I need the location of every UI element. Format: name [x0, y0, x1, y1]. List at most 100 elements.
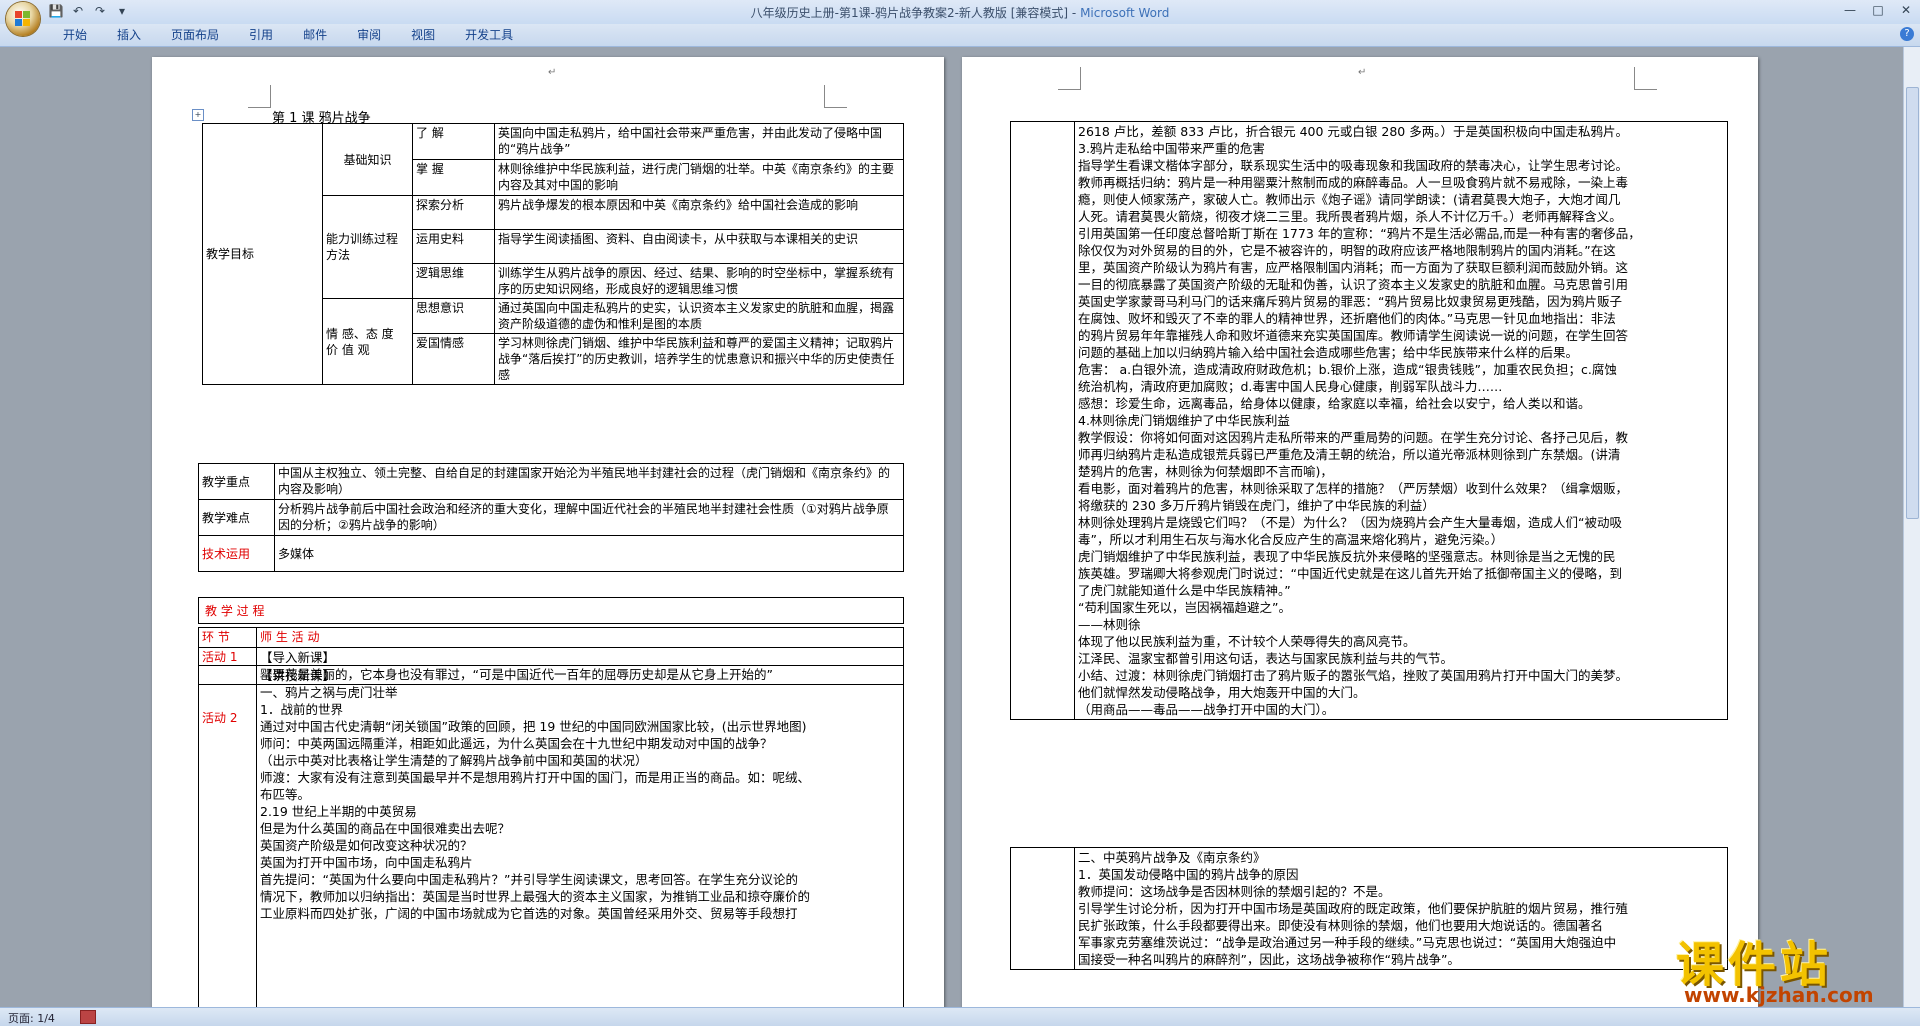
text-line: 英国史学家蒙哥马利马门的话来痛斥鸦片贸易的罪恶：“鸦片贸易比奴隶贸易更残酷，因为… [1078, 294, 1622, 309]
tab-mailings[interactable]: 邮件 [288, 27, 342, 43]
page2-phase-cell [1010, 121, 1075, 720]
text-line: 楚鸦片的危害，林则徐为何禁烟即不言而喻)， [1078, 464, 1333, 479]
text-line: 统治机构，清政府更加腐败；d.毒害中国人民身心健康，削弱军队战斗力…… [1078, 379, 1503, 394]
crop-mark [248, 85, 271, 108]
tech-value: 多媒体 [274, 535, 904, 572]
text-line: 除仅仅为对外贸易的目的外，它是不被容许的，明智的政府应该严格地限制鸦片的国内消耗… [1078, 243, 1616, 258]
app-name: Microsoft Word [1080, 6, 1170, 20]
paragraph-mark: ↵ [1358, 67, 1367, 78]
goal-key: 了 解 [412, 123, 495, 160]
tab-references[interactable]: 引用 [234, 27, 288, 43]
tab-review[interactable]: 审阅 [342, 27, 396, 43]
text-line: 在腐蚀、败坏和毁灭了不幸的罪人的精神世界，还折磨他们的肉体。”马克思一针见血地指… [1078, 311, 1616, 326]
ribbon-tabs: 开始 插入 页面布局 引用 邮件 审阅 视图 开发工具 [48, 27, 528, 43]
text-line: 布匹等。 [260, 787, 311, 802]
header-activity: 师 生 活 动 [256, 627, 904, 648]
paragraph-mark: ↵ [548, 67, 557, 78]
goals-table: 教学目标 基础知识 了 解 英国向中国走私鸦片，给中国社会带来严重危害，并由此发… [202, 123, 904, 385]
text-line: 瘾，则使人倾家荡产，家破人亡。教师出示《炮子谣》请同学朗读：(请君莫畏大炮子，大… [1078, 192, 1621, 207]
page2-content-2: 二、中英鸦片战争及《南京条约》 1．英国发动侵略中国的鸦片战争的原因 教师提问：… [1074, 847, 1728, 970]
text-line: 问题的基础上加以归纳鸦片输入给中国社会造成哪些危害；给中华民族带来什么样的后果。 [1078, 345, 1579, 360]
ribbon: 开始 插入 页面布局 引用 邮件 审阅 视图 开发工具 ? [0, 24, 1920, 47]
activity-2-content: 【讲授新课】 一、鸦片之祸与虎门壮举 1．战前的世界 通过对中国古代史清朝“闭关… [256, 665, 904, 1007]
text-line: 首先提问：“英国为什么要向中国走私鸦片？”并引导学生阅读课文，思考回答。在学生充… [260, 872, 798, 887]
text-line: 3.鸦片走私给中国带来严重的危害 [1078, 141, 1265, 156]
goal-value: 林则徐维护中华民族利益，进行虎门销烟的壮举。中英《南京条约》的主要内容及其对中国… [494, 159, 904, 196]
goal-value: 学习林则徐虎门销烟、维护中华民族利益和尊严的爱国主义精神；记取鸦片战争“落后挨打… [494, 333, 904, 385]
help-icon[interactable]: ? [1900, 27, 1914, 41]
page2-table-2: 二、中英鸦片战争及《南京条约》 1．英国发动侵略中国的鸦片战争的原因 教师提问：… [1010, 847, 1728, 970]
scrollbar-thumb[interactable] [1906, 87, 1919, 519]
text-line: 他们就悍然发动侵略战争，用大炮轰开中国的大门。 [1078, 685, 1366, 700]
text-line: 教师再概括归纳：鸦片是一种用罂粟汁熬制而成的麻醉毒品。人一旦吸食鸦片就不易戒除，… [1078, 175, 1629, 190]
key-points-table: 教学重点 中国从主权独立、领土完整、自给自足的封建国家开始沦为半殖民地半封建社会… [198, 463, 904, 572]
close-icon[interactable]: ✕ [1892, 0, 1920, 20]
tech-label: 技术运用 [198, 535, 275, 572]
text-line: （用商品——毒品——战争打开中国的大门）。 [1078, 702, 1335, 717]
text-line: 英国为打开中国市场，向中国走私鸦片 [260, 855, 473, 870]
text-line: 1．战前的世界 [260, 702, 343, 717]
text-line: 但是为什么英国的商品在中国很难卖出去呢？ [260, 821, 511, 836]
document-workspace[interactable]: ↵ + 第 1 课 鸦片战争 教学目标 基础知识 了 解 英国向中国走私鸦片，给… [0, 47, 1904, 1007]
text-line: 教师提问：这场战争是否因林则徐的禁烟引起的？不是。 [1078, 884, 1391, 899]
text-line: 指导学生看课文楷体字部分，联系现实生活中的吸毒现象和我国政府的禁毒决心，让学生思… [1078, 158, 1629, 173]
document-title: 八年级历史上册-第1课-鸦片战争教案2-新人教版 [兼容模式] - [750, 6, 1081, 20]
text-line: 国接受一种名叫鸦片的麻醉剂”，因此，这场战争被称作“鸦片战争”。 [1078, 952, 1460, 967]
goal-key: 思想意识 [412, 298, 495, 334]
goal-value: 指导学生阅读插图、资料、自由阅读卡，从中获取与本课相关的史识 [494, 229, 904, 264]
maximize-icon[interactable]: □ [1864, 0, 1892, 20]
text-line: 毒”，所以才利用生石灰与海水化合反应产生的高温来熔化鸦片，避免污染。） [1078, 532, 1504, 547]
minimize-icon[interactable]: — [1836, 0, 1864, 20]
page-count[interactable]: 页面: 1/4 [8, 1010, 55, 1026]
text-line: 2618 卢比，差额 833 卢比，折合银元 400 元或白银 280 多两。）… [1078, 124, 1628, 139]
text-line: 小结、过渡：林则徐虎门销烟打击了鸦片贩子的嚣张气焰，挫败了英国用鸦片打开中国大门… [1078, 668, 1629, 683]
text-line: 人死。请君莫畏火箭烧，彻夜才烧二三里。我所畏者鸦片烟，杀人不计亿万千。）老师再解… [1078, 209, 1622, 224]
tab-insert[interactable]: 插入 [102, 27, 156, 43]
office-button[interactable] [6, 2, 40, 36]
activity-2-label: 活动 2 [198, 665, 257, 1007]
watermark-url: www.kjzhan.com [1684, 983, 1874, 1007]
tab-view[interactable]: 视图 [396, 27, 450, 43]
text-line: 教学假设：你将如何面对这因鸦片走私所带来的严重局势的问题。在学生充分讨论、各抒己… [1078, 430, 1629, 445]
crop-mark [824, 85, 847, 108]
goal-key: 逻辑思维 [412, 263, 495, 299]
text-line: 危害： a.白银外流，造成清政府财政危机；b.银价上涨，造成“银贵钱贱”，加重农… [1078, 362, 1617, 377]
crop-mark [1634, 67, 1657, 90]
page-1[interactable]: ↵ + 第 1 课 鸦片战争 教学目标 基础知识 了 解 英国向中国走私鸦片，给… [152, 57, 944, 1007]
text-line: 的鸦片贸易年年靠摧残人命和败坏道德来充实英国国库。教师请学生阅读说一说的问题，在… [1078, 328, 1629, 343]
table-move-handle-icon[interactable]: + [192, 109, 204, 121]
goal-value: 鸦片战争爆发的根本原因和中英《南京条约》给中国社会造成的影响 [494, 195, 904, 230]
page2-content-1: 2618 卢比，差额 833 卢比，折合银元 400 元或白银 280 多两。）… [1074, 121, 1728, 720]
tab-page-layout[interactable]: 页面布局 [156, 27, 234, 43]
text-line: 虎门销烟维护了中华民族利益，表现了中华民族反抗外来侵略的坚强意志。林则徐是当之无… [1078, 549, 1616, 564]
difficulties-value: 分析鸦片战争前后中国社会政治和经济的重大变化，理解中国近代社会的半殖民地半封建社… [274, 499, 904, 536]
header-phase: 环 节 [198, 627, 257, 648]
title-bar: 💾 ↶ ↷ ▾ 八年级历史上册-第1课-鸦片战争教案2-新人教版 [兼容模式] … [0, 0, 1920, 36]
office-logo-icon [15, 11, 31, 27]
goal-value: 通过英国向中国走私鸦片的史实，认识资本主义发家史的肮脏和血腥，揭露资产阶级道德的… [494, 298, 904, 334]
text-line: 师再归纳鸦片走私造成银荒兵弱已严重危及清王朝的统治，所以道光帝派林则徐到广东禁烟… [1078, 447, 1621, 462]
text-line: 体现了他以民族利益为重，不计较个人荣辱得失的高风亮节。 [1078, 634, 1416, 649]
tab-developer[interactable]: 开发工具 [450, 27, 528, 43]
key-points-value: 中国从主权独立、领土完整、自给自足的封建国家开始沦为半殖民地半封建社会的过程（虎… [274, 463, 904, 500]
text-line: 1．英国发动侵略中国的鸦片战争的原因 [1078, 867, 1299, 882]
goal-value: 训练学生从鸦片战争的原因、经过、结果、影响的时空坐标中，掌握系统有序的历史知识网… [494, 263, 904, 299]
page-2[interactable]: ↵ 2618 卢比，差额 833 卢比，折合银元 400 元或白银 280 多两… [962, 57, 1758, 1007]
page2-table-1: 2618 卢比，差额 833 卢比，折合银元 400 元或白银 280 多两。）… [1010, 121, 1728, 720]
tab-home[interactable]: 开始 [48, 27, 102, 43]
text-line: 江泽民、温家宝都曾引用这句话，表达与国家民族利益与共的气节。 [1078, 651, 1454, 666]
text-line: 二、中英鸦片战争及《南京条约》 [1078, 850, 1266, 865]
text-line: 引用英国第一任印度总督哈斯丁斯在 1773 年的宣称：“鸦片不是生活必需品,而是… [1078, 226, 1641, 241]
proofing-icon[interactable] [80, 1010, 96, 1024]
text-line: 英国资产阶级是如何改变这种状况的？ [260, 838, 473, 853]
goals-ability-label: 能力训练过程方法 [322, 195, 413, 299]
text-line: 引导学生讨论分析，因为打开中国市场是英国政府的既定政策，他们要保护肮脏的烟片贸易… [1078, 901, 1629, 916]
status-bar: 页面: 1/4 [0, 1007, 1920, 1026]
text-line: ——林则徐 [1078, 617, 1141, 632]
activity-2-table: 活动 2 【讲授新课】 一、鸦片之祸与虎门壮举 1．战前的世界 通过对中国古代史… [198, 665, 904, 1007]
text-line: 看电影，面对着鸦片的危害，林则徐采取了怎样的措施？（严厉禁烟）收到什么效果？（缉… [1078, 481, 1629, 496]
vertical-scrollbar[interactable] [1903, 47, 1920, 1007]
text-line: 民扩张政策，什么手段都要得出来。即使没有林则徐的禁烟，他们也要用大炮说话的。德国… [1078, 918, 1604, 933]
text-line: 了虎门就能知道什么是中华民族精神。” [1078, 583, 1291, 598]
difficulties-label: 教学难点 [198, 499, 275, 536]
